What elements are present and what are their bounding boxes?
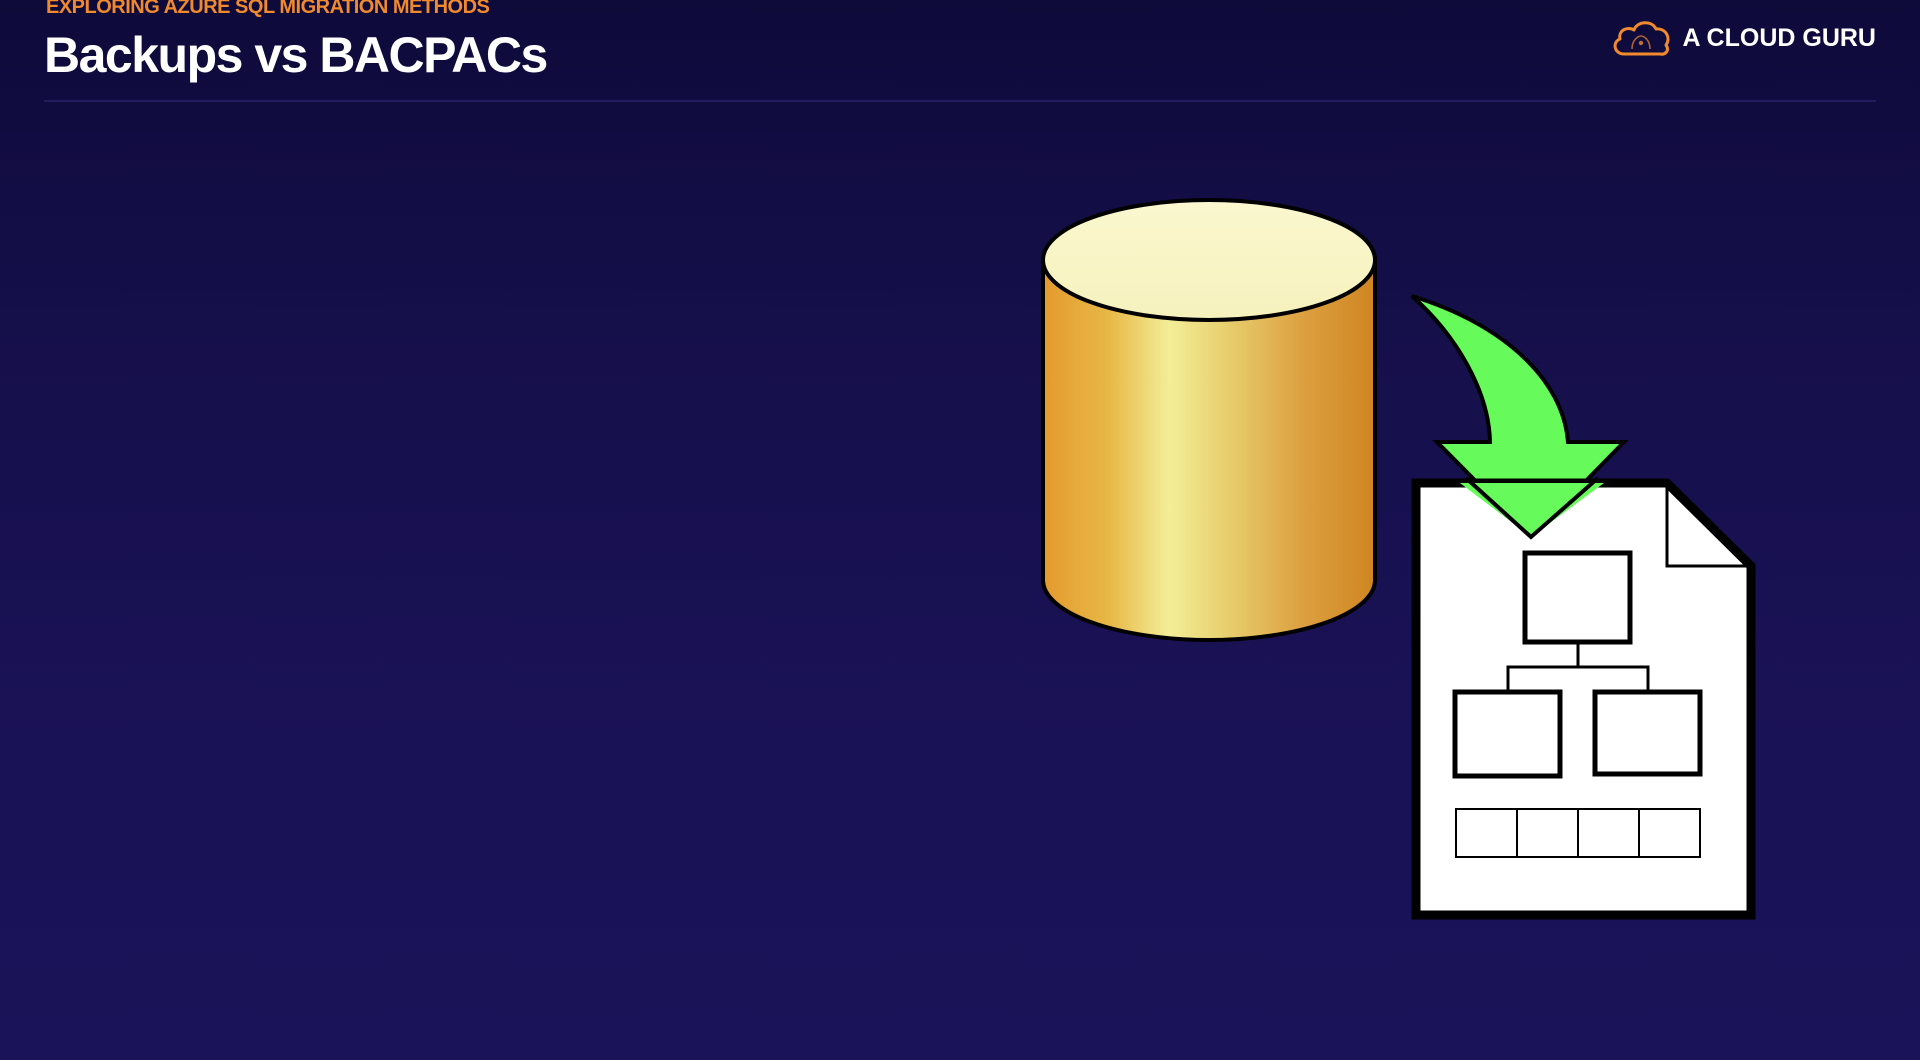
- schema-file-icon: [1411, 476, 1756, 920]
- database-cylinder-icon: [1041, 198, 1377, 642]
- migration-illustration: [1041, 198, 1756, 920]
